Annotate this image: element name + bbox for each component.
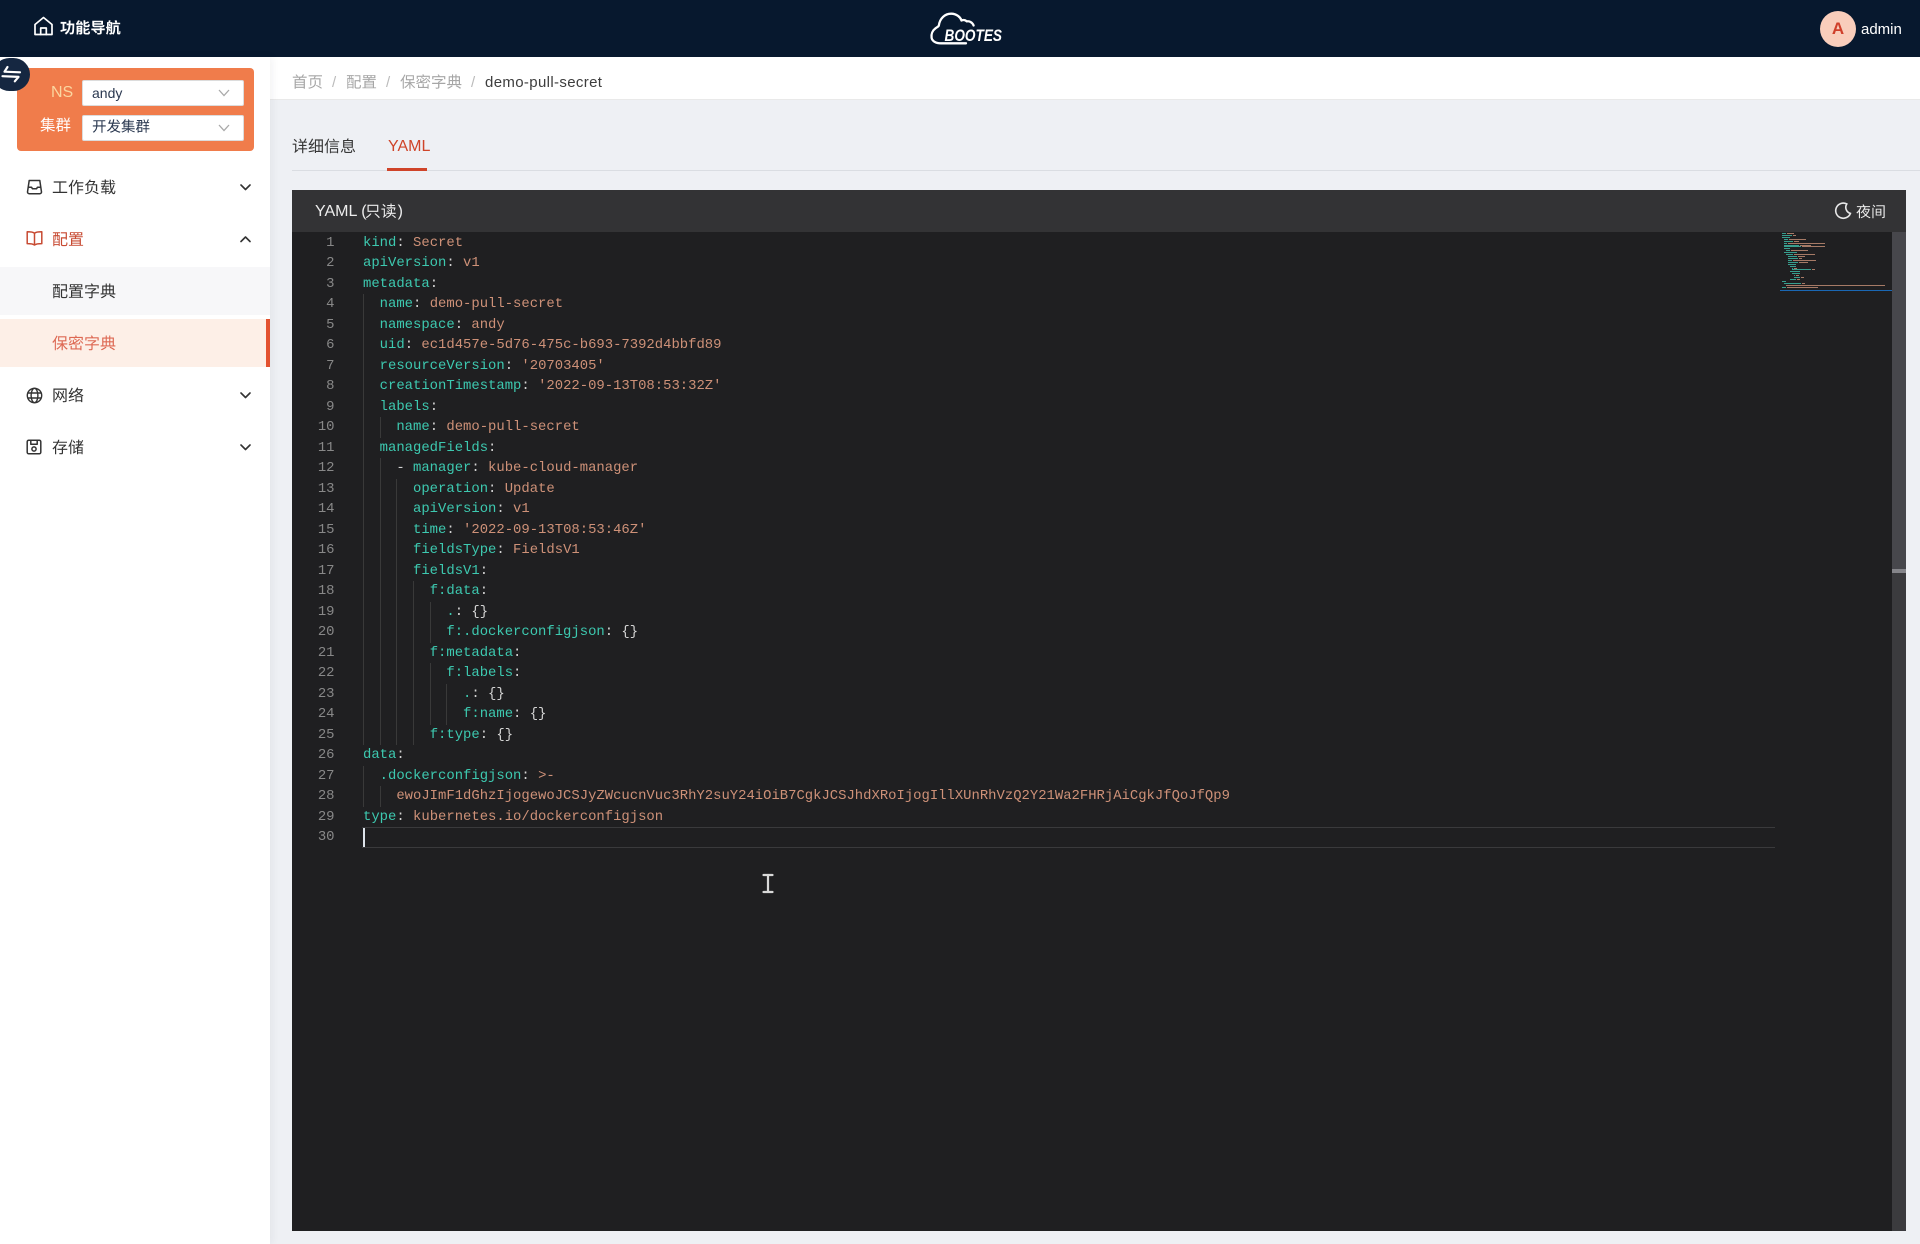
svg-text:BOOTES: BOOTES — [945, 27, 1003, 45]
